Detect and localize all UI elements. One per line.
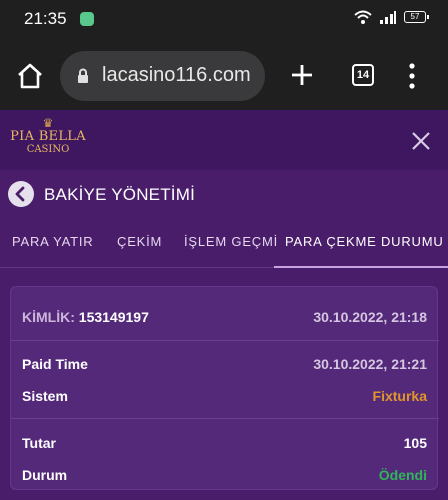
logo-name: PIA BELLA	[10, 129, 86, 144]
card-divider	[11, 418, 439, 419]
site-header: ♛ PIA BELLA CASINO	[0, 110, 448, 170]
tab-transaction-history[interactable]: İŞLEM GEÇMİ	[184, 234, 278, 249]
system-value: Fixturka	[372, 388, 427, 404]
logo-subtitle: CASINO	[26, 144, 70, 155]
address-bar[interactable]: lacasino116.com	[60, 51, 265, 101]
status-icons: 57	[354, 10, 429, 24]
tab-deposit[interactable]: PARA YATIR	[12, 234, 93, 249]
battery-icon: 57	[404, 11, 429, 23]
tab-bar: PARA YATIR ÇEKİM İŞLEM GEÇMİ PARA ÇEKME …	[0, 228, 448, 268]
system-label: Sistem	[22, 388, 68, 404]
id-label-text: KİMLİK:	[22, 309, 75, 325]
active-tab-indicator	[274, 266, 448, 268]
close-icon[interactable]	[408, 128, 434, 154]
tab-withdraw[interactable]: ÇEKİM	[117, 234, 162, 249]
status-label: Durum	[22, 467, 68, 483]
status-value: Ödendi	[378, 467, 427, 483]
paid-time-value: 30.10.2022, 21:21	[313, 356, 427, 372]
tab-switcher-button[interactable]: 14	[352, 64, 374, 86]
lock-icon	[78, 68, 88, 83]
signal-icon	[380, 11, 396, 24]
casino-logo[interactable]: ♛ PIA BELLA CASINO	[8, 116, 88, 166]
page-title: BAKİYE YÖNETİMİ	[44, 185, 196, 204]
home-icon[interactable]	[14, 60, 46, 92]
browser-toolbar: lacasino116.com 14	[0, 40, 448, 110]
back-button[interactable]	[8, 181, 34, 207]
wifi-icon	[354, 10, 372, 24]
paid-time-label: Paid Time	[22, 356, 88, 372]
new-tab-icon[interactable]	[287, 60, 317, 90]
created-time: 30.10.2022, 21:18	[313, 309, 427, 325]
crown-icon: ♛	[42, 116, 54, 130]
status-bar: 21:35 57	[0, 0, 448, 40]
withdrawal-card: KİMLİK: 153149197 30.10.2022, 21:18 Paid…	[10, 286, 439, 490]
url-text: lacasino116.com	[102, 64, 251, 86]
status-time: 21:35	[24, 9, 67, 28]
card-divider	[11, 340, 439, 341]
overflow-menu-icon[interactable]	[405, 61, 419, 91]
amount-label: Tutar	[22, 435, 56, 451]
amount-value: 105	[403, 435, 427, 451]
id-value: 153149197	[78, 309, 149, 325]
id-label: KİMLİK: 153149197	[22, 309, 149, 325]
site-content: ♛ PIA BELLA CASINO BAKİYE YÖNETİMİ PARA …	[0, 110, 448, 500]
tab-withdrawal-status[interactable]: PARA ÇEKME DURUMU	[285, 234, 444, 249]
app-notification-icon	[80, 12, 94, 26]
